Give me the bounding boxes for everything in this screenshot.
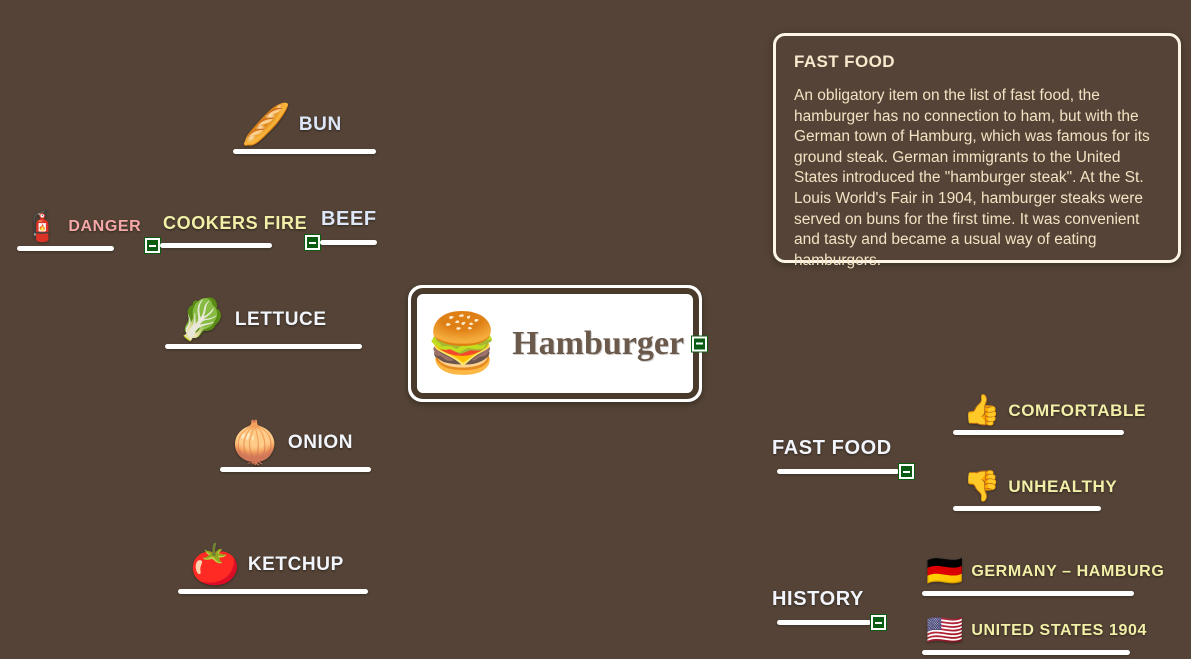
node-label-cookers-fire: COOKERS FIRE <box>163 213 308 233</box>
node-label-lettuce: LETTUCE <box>234 309 327 330</box>
node-underline-cookers-fire <box>144 237 307 254</box>
fire-extinguisher-icon: 🧯 <box>23 210 61 243</box>
onion-icon: 🧅 <box>230 421 280 465</box>
thumbs-up-icon: 👍 <box>963 394 1001 427</box>
info-panel-heading: FAST FOOD <box>794 52 895 71</box>
node-underline-ketchup <box>178 589 368 594</box>
node-danger[interactable]: 🧯 DANGER <box>17 212 141 251</box>
node-ketchup[interactable]: 🍅 KETCHUP <box>178 545 368 594</box>
collapse-toggle-central[interactable] <box>691 335 708 352</box>
thumbs-down-icon: 👎 <box>963 470 1001 503</box>
central-topic-inner: 🍔 Hamburger <box>411 288 699 399</box>
node-label-onion: ONION <box>287 432 354 453</box>
node-label-fast-food: FAST FOOD <box>772 437 892 459</box>
node-comfortable[interactable]: 👍 COMFORTABLE <box>953 396 1146 435</box>
node-underline-history <box>772 614 887 631</box>
node-underline-beef <box>304 234 377 251</box>
node-unhealthy[interactable]: 👎 UNHEALTHY <box>953 472 1117 511</box>
collapse-toggle-cookers-fire[interactable] <box>144 237 161 254</box>
node-label-ketchup: KETCHUP <box>247 554 344 575</box>
tomato-icon: 🍅 <box>190 543 240 587</box>
central-topic-label: Hamburger <box>512 324 685 362</box>
collapse-toggle-beef[interactable] <box>304 234 321 251</box>
node-history[interactable]: HISTORY <box>772 588 887 631</box>
lettuce-icon: 🥬 <box>177 298 227 342</box>
node-underline-united-states-1904 <box>922 650 1147 655</box>
bread-icon: 🥖 <box>241 103 291 147</box>
central-topic-node[interactable]: 🍔 Hamburger <box>408 285 708 402</box>
node-bun[interactable]: 🥖 BUN <box>233 105 376 154</box>
node-underline-germany-hamburg <box>922 591 1164 596</box>
collapse-toggle-history[interactable] <box>870 614 887 631</box>
node-label-bun: BUN <box>298 114 342 135</box>
node-germany-hamburg[interactable]: 🇩🇪 GERMANY – HAMBURG <box>922 557 1164 596</box>
node-underline-unhealthy <box>953 506 1117 511</box>
node-united-states-1904[interactable]: 🇺🇸 UNITED STATES 1904 <box>922 616 1147 655</box>
node-fast-food[interactable]: FAST FOOD <box>772 437 915 480</box>
node-label-danger: DANGER <box>68 218 142 235</box>
node-label-united-states-1904: UNITED STATES 1904 <box>971 622 1147 639</box>
node-label-comfortable: COMFORTABLE <box>1008 401 1146 420</box>
node-underline-comfortable <box>953 430 1146 435</box>
node-label-history: HISTORY <box>772 588 864 610</box>
node-label-unhealthy: UNHEALTHY <box>1008 477 1118 496</box>
info-panel[interactable]: FAST FOOD An obligatory item on the list… <box>773 33 1181 269</box>
mindmap-canvas: 🍔 Hamburger FAST FOOD An obligatory item… <box>0 0 1191 659</box>
collapse-toggle-fast-food[interactable] <box>897 463 915 480</box>
node-underline-onion <box>220 467 371 472</box>
node-label-beef: BEEF <box>321 208 377 230</box>
flag-united-states-icon: 🇺🇸 <box>926 614 964 647</box>
info-panel-body: An obligatory item on the list of fast f… <box>794 87 1150 269</box>
node-underline-bun <box>233 149 376 154</box>
node-underline-fast-food <box>772 463 915 480</box>
hamburger-icon: 🍔 <box>425 310 499 376</box>
node-underline-danger <box>17 246 141 251</box>
flag-germany-icon: 🇩🇪 <box>926 555 964 588</box>
node-lettuce[interactable]: 🥬 LETTUCE <box>165 300 362 349</box>
node-label-germany-hamburg: GERMANY – HAMBURG <box>971 563 1165 580</box>
node-onion[interactable]: 🧅 ONION <box>220 423 371 472</box>
node-underline-lettuce <box>165 344 362 349</box>
node-cookers-fire[interactable]: COOKERS FIRE <box>144 213 308 254</box>
node-beef[interactable]: BEEF <box>304 208 377 251</box>
